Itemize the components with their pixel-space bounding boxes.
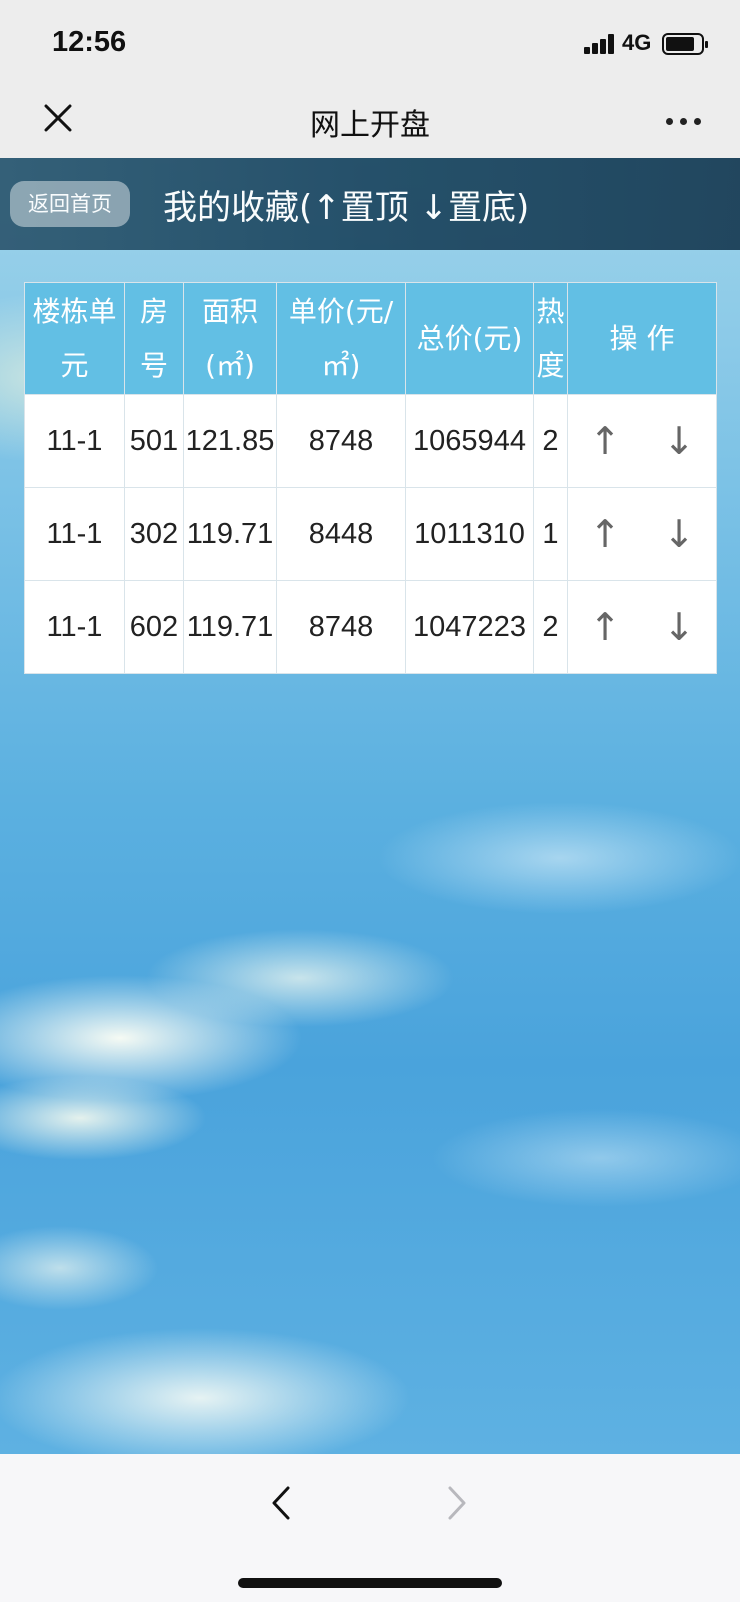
bottom-toolbar	[0, 1454, 740, 1602]
header-building-unit: 楼栋单元	[24, 282, 125, 395]
cell-unit: 11-1	[24, 394, 125, 488]
header-actions: 操 作	[567, 282, 717, 395]
cell-actions: ↑ ↓	[567, 487, 717, 581]
cell-room: 302	[124, 487, 184, 581]
favorites-header: 返回首页 我的收藏(↑置顶 ↓置底)	[0, 158, 740, 250]
cell-total-price: 1047223	[405, 580, 534, 674]
more-icon	[666, 118, 673, 125]
nav-bar: 网上开盘	[0, 86, 740, 158]
table-row: 11-1 602 119.71 8748 1047223 2 ↑ ↓	[24, 580, 717, 674]
header-unit-price: 单价(元/㎡)	[276, 282, 406, 395]
cell-total-price: 1011310	[405, 487, 534, 581]
move-top-button[interactable]: ↑	[583, 419, 627, 463]
cell-unit-price: 8448	[276, 487, 406, 581]
table-row: 11-1 501 121.85 8748 1065944 2 ↑ ↓	[24, 394, 717, 488]
back-button[interactable]	[260, 1478, 304, 1528]
cell-heat: 2	[533, 394, 568, 488]
cell-area: 121.85	[183, 394, 277, 488]
page-title: 网上开盘	[310, 108, 430, 143]
header-room: 房号	[124, 282, 184, 395]
header-area: 面积(㎡)	[183, 282, 277, 395]
move-top-button[interactable]: ↑	[583, 512, 627, 556]
move-bottom-button[interactable]: ↓	[657, 605, 701, 649]
move-top-button[interactable]: ↑	[583, 605, 627, 649]
status-bar: 12:56 4G	[0, 0, 740, 86]
chevron-right-icon	[448, 1486, 466, 1520]
signal-icon	[584, 34, 616, 54]
cell-actions: ↑ ↓	[567, 580, 717, 674]
battery-icon	[662, 33, 708, 55]
cell-unit-price: 8748	[276, 394, 406, 488]
header-heat: 热度	[533, 282, 568, 395]
move-bottom-button[interactable]: ↓	[657, 512, 701, 556]
cell-heat: 1	[533, 487, 568, 581]
cell-area: 119.71	[183, 580, 277, 674]
status-time: 12:56	[52, 26, 127, 58]
move-bottom-button[interactable]: ↓	[657, 419, 701, 463]
cell-area: 119.71	[183, 487, 277, 581]
more-button[interactable]	[664, 106, 704, 136]
cell-unit-price: 8748	[276, 580, 406, 674]
table-header-row: 楼栋单元 房号 面积(㎡) 单价(元/㎡) 总价(元) 热度 操 作	[24, 282, 717, 395]
cell-unit: 11-1	[24, 580, 125, 674]
forward-button[interactable]	[436, 1478, 480, 1528]
favorites-table: 楼栋单元 房号 面积(㎡) 单价(元/㎡) 总价(元) 热度 操 作 11-1 …	[24, 282, 717, 674]
cell-total-price: 1065944	[405, 394, 534, 488]
cell-unit: 11-1	[24, 487, 125, 581]
back-home-button[interactable]: 返回首页	[10, 181, 130, 227]
cell-actions: ↑ ↓	[567, 394, 717, 488]
cell-room: 501	[124, 394, 184, 488]
content-area: 返回首页 我的收藏(↑置顶 ↓置底) 楼栋单元 房号 面积(㎡) 单价(元/㎡)…	[0, 158, 740, 1454]
network-label: 4G	[622, 30, 652, 55]
header-total-price: 总价(元)	[405, 282, 534, 395]
cell-room: 602	[124, 580, 184, 674]
table-row: 11-1 302 119.71 8448 1011310 1 ↑ ↓	[24, 487, 717, 581]
cell-heat: 2	[533, 580, 568, 674]
favorites-title: 我的收藏(↑置顶 ↓置底)	[163, 188, 530, 228]
home-indicator	[238, 1578, 502, 1588]
chevron-left-icon	[272, 1486, 290, 1520]
